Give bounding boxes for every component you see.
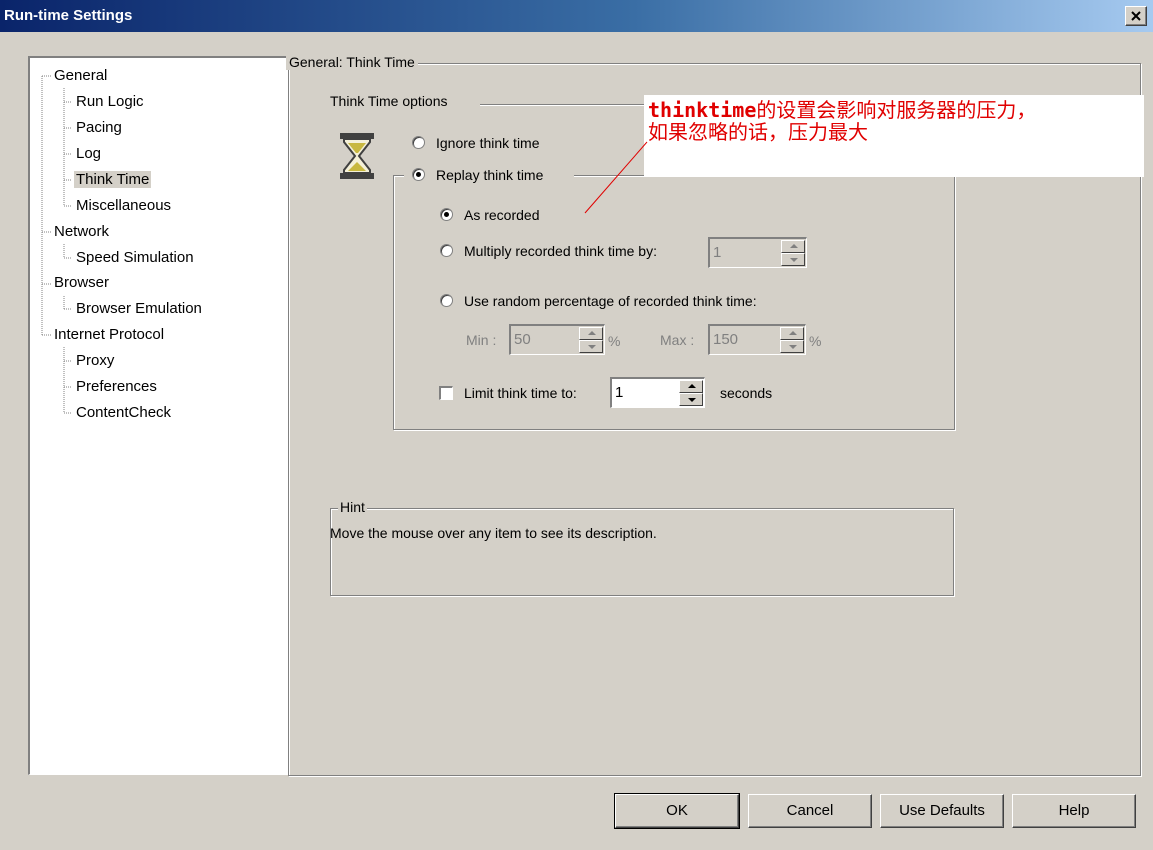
hint-title: Hint bbox=[338, 499, 367, 515]
min-stepper[interactable]: 50 bbox=[509, 324, 605, 355]
options-divider bbox=[480, 104, 655, 105]
ignore-think-time-radio[interactable] bbox=[412, 136, 425, 149]
min-down-button[interactable] bbox=[579, 340, 603, 353]
settings-tree[interactable]: General Run Logic Pacing Log Think Time … bbox=[28, 56, 288, 775]
tree-item-run-logic[interactable]: Run Logic bbox=[76, 91, 144, 113]
replay-think-time-label: Replay think time bbox=[436, 167, 544, 183]
min-percent: % bbox=[608, 333, 621, 349]
close-button[interactable] bbox=[1125, 6, 1147, 26]
limit-think-time-checkbox[interactable] bbox=[439, 386, 453, 400]
tree-item-general[interactable]: General bbox=[54, 65, 107, 87]
limit-up-button[interactable] bbox=[679, 380, 703, 393]
random-percentage-label: Use random percentage of recorded think … bbox=[464, 293, 757, 309]
hint-box bbox=[330, 508, 954, 596]
replay-think-time-radio[interactable] bbox=[412, 168, 425, 181]
max-label: Max : bbox=[660, 332, 695, 348]
tree-item-proxy[interactable]: Proxy bbox=[76, 350, 114, 372]
max-value: 150 bbox=[713, 331, 739, 348]
tree-item-browser-emulation[interactable]: Browser Emulation bbox=[76, 298, 202, 320]
window-title: Run-time Settings bbox=[4, 7, 133, 24]
help-button[interactable]: Help bbox=[1012, 794, 1136, 828]
annotation-line2: 如果忽略的话，压力最大 bbox=[648, 122, 868, 144]
multiply-stepper[interactable]: 1 bbox=[708, 237, 807, 268]
tree-item-contentcheck[interactable]: ContentCheck bbox=[76, 402, 171, 424]
tree-item-speed-simulation[interactable]: Speed Simulation bbox=[76, 247, 194, 269]
tree-item-preferences[interactable]: Preferences bbox=[76, 376, 157, 398]
min-up-button[interactable] bbox=[579, 327, 603, 340]
max-stepper[interactable]: 150 bbox=[708, 324, 806, 355]
ignore-think-time-label: Ignore think time bbox=[436, 135, 540, 151]
annotation-line1: 的设置会影响对服务器的压力， bbox=[756, 100, 1037, 122]
annotation-arrow-line bbox=[584, 141, 648, 214]
tree-item-log[interactable]: Log bbox=[76, 143, 101, 165]
max-up-button[interactable] bbox=[780, 327, 804, 340]
tree-item-pacing[interactable]: Pacing bbox=[76, 117, 122, 139]
title-bar: Run-time Settings bbox=[0, 0, 1153, 32]
as-recorded-radio[interactable] bbox=[440, 208, 453, 221]
tree-item-miscellaneous[interactable]: Miscellaneous bbox=[76, 195, 171, 217]
min-label: Min : bbox=[466, 332, 497, 348]
multiply-down-button[interactable] bbox=[781, 253, 805, 266]
as-recorded-label: As recorded bbox=[464, 207, 540, 223]
use-defaults-button[interactable]: Use Defaults bbox=[880, 794, 1004, 828]
min-value: 50 bbox=[514, 331, 531, 348]
tree-item-think-time[interactable]: Think Time bbox=[74, 169, 152, 191]
random-percentage-radio[interactable] bbox=[440, 294, 453, 307]
multiply-value: 1 bbox=[713, 244, 722, 261]
panel-title: General: Think Time bbox=[286, 54, 418, 70]
limit-think-time-label: Limit think time to: bbox=[464, 385, 577, 401]
limit-down-button[interactable] bbox=[679, 393, 703, 406]
hourglass-icon bbox=[340, 133, 374, 179]
cancel-button[interactable]: Cancel bbox=[748, 794, 872, 828]
tree-item-internet-protocol[interactable]: Internet Protocol bbox=[54, 324, 164, 346]
annotation-callout: thinktime的设置会影响对服务器的压力， 如果忽略的话，压力最大 bbox=[644, 95, 1144, 177]
options-title: Think Time options bbox=[330, 93, 448, 109]
multiply-label: Multiply recorded think time by: bbox=[464, 243, 657, 259]
hint-text: Move the mouse over any item to see its … bbox=[330, 525, 657, 541]
limit-stepper[interactable]: 1 bbox=[610, 377, 705, 408]
limit-value: 1 bbox=[615, 384, 624, 401]
max-down-button[interactable] bbox=[780, 340, 804, 353]
close-icon bbox=[1131, 11, 1141, 21]
multiply-radio[interactable] bbox=[440, 244, 453, 257]
tree-item-browser[interactable]: Browser bbox=[54, 272, 109, 294]
tree-item-network[interactable]: Network bbox=[54, 221, 109, 243]
seconds-label: seconds bbox=[720, 385, 773, 401]
ok-button[interactable]: OK bbox=[614, 793, 740, 829]
annotation-keyword: thinktime bbox=[648, 98, 757, 122]
max-percent: % bbox=[809, 333, 822, 349]
multiply-up-button[interactable] bbox=[781, 240, 805, 253]
